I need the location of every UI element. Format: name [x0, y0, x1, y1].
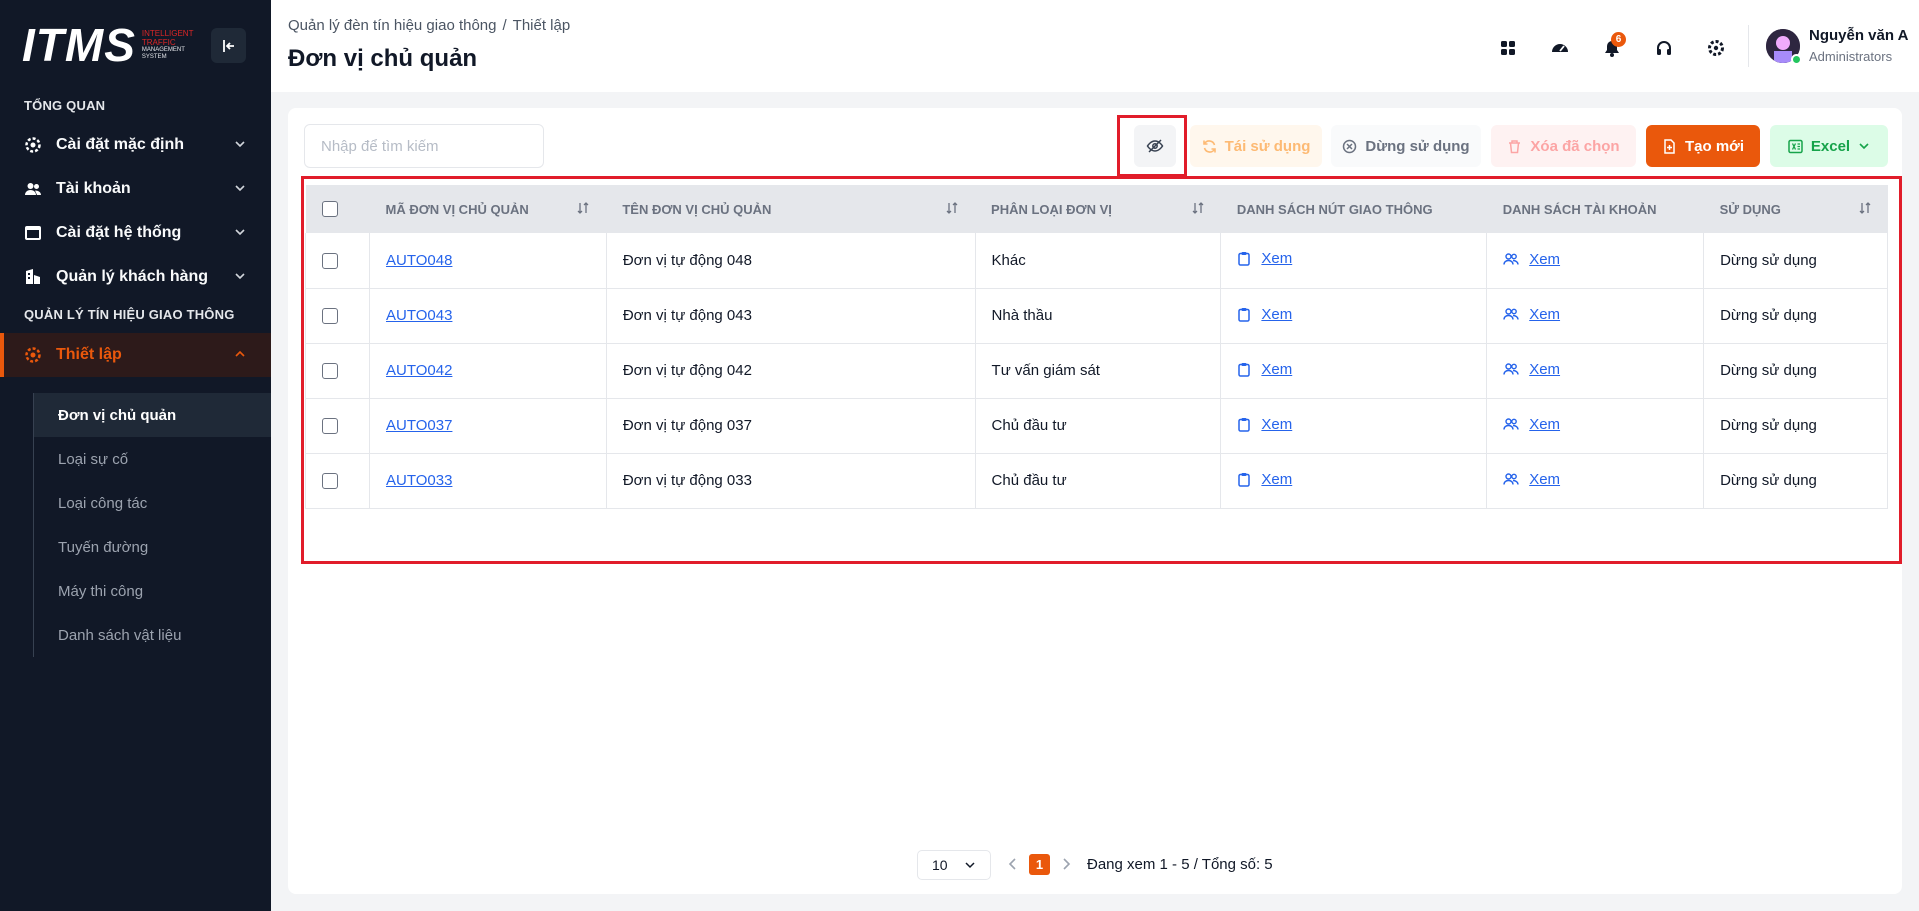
breadcrumb: Quản lý đèn tín hiệu giao thông / Thiết lậ… [288, 17, 570, 34]
reuse-button-label: Tái sử dụng [1224, 137, 1311, 155]
trash-icon [1509, 139, 1521, 153]
sidebar-item-accounts[interactable]: Tài khoản [0, 167, 271, 211]
section-title-traffic: QUẢN LÝ TÍN HIỆU GIAO THÔNG [24, 307, 235, 322]
user-name[interactable]: Nguyễn văn A [1809, 27, 1908, 44]
logo[interactable]: ITMS Intelligent Traffic Management Syst… [22, 22, 200, 68]
user-role: Administrators [1809, 49, 1893, 64]
support-button[interactable] [1646, 30, 1681, 65]
create-new-button[interactable]: Tạo mới [1646, 125, 1760, 167]
sidebar-subitem-work-type[interactable]: Loại công tác [34, 481, 271, 525]
grid-icon [1500, 40, 1515, 55]
chevron-down-icon [1859, 143, 1869, 150]
gear-icon [24, 346, 42, 364]
sidebar-item-label: Tài khoản [56, 180, 131, 197]
delete-selected-button[interactable]: Xóa đã chọn [1491, 125, 1636, 167]
collapse-left-icon [222, 39, 234, 52]
gear-icon [24, 136, 42, 154]
apps-button[interactable] [1490, 30, 1525, 65]
logo-sub-line-2: Traffic [141, 38, 176, 47]
dashboard-button[interactable] [1542, 30, 1577, 65]
sidebar-item-system-settings[interactable]: Cài đặt hệ thống [0, 211, 271, 255]
pagination-info: Đang xem 1 - 5 / Tổng số: 5 [1087, 856, 1273, 873]
settings-button[interactable] [1698, 30, 1733, 65]
header-divider [1748, 25, 1749, 67]
notifications-button[interactable]: 6 [1594, 30, 1629, 65]
create-new-button-label: Tạo mới [1684, 137, 1744, 155]
sidebar-subitem-machine[interactable]: Máy thi công [34, 569, 271, 613]
sidebar-subitem-owner-unit[interactable]: Đơn vị chủ quản [34, 393, 271, 437]
speedometer-icon [1551, 43, 1568, 52]
sidebar-item-label: Cài đặt hệ thống [56, 224, 182, 241]
logo-subtitle: Intelligent Traffic Management System [142, 29, 200, 61]
sidebar-item-label: Thiết lập [56, 346, 122, 363]
section-title-overview: TỔNG QUAN [24, 98, 106, 113]
current-page-button[interactable]: 1 [1029, 854, 1050, 875]
highlight-box-table [301, 176, 1902, 564]
sidebar-item-customer-management[interactable]: Quản lý khách hàng [0, 255, 271, 299]
stop-using-button-label: Dừng sử dụng [1365, 137, 1470, 155]
sidebar-item-label: Cài đặt mặc định [56, 136, 185, 153]
excel-icon [1788, 139, 1803, 153]
sidebar-subitem-route[interactable]: Tuyến đường [34, 525, 271, 569]
chevron-down-icon [235, 185, 245, 192]
refresh-icon [1202, 139, 1216, 153]
page-title: Đơn vị chủ quản [288, 45, 478, 72]
chevron-down-icon [235, 141, 245, 148]
breadcrumb-separator: / [502, 17, 507, 34]
headset-icon [1656, 40, 1671, 55]
gear-icon [1707, 39, 1724, 56]
setup-submenu: Đơn vị chủ quản Loại sự cố Loại công tác… [33, 393, 271, 657]
sidebar-subitem-incident-type[interactable]: Loại sự cố [34, 437, 271, 481]
sidebar-subitem-material-list[interactable]: Danh sách vật liệu [34, 613, 271, 657]
circle-x-icon [1343, 139, 1357, 153]
chevron-down-icon [965, 862, 975, 869]
building-icon [24, 268, 42, 286]
page-size-value: 10 [932, 857, 948, 873]
users-icon [24, 180, 42, 198]
sidebar-item-default-settings[interactable]: Cài đặt mặc định [0, 123, 271, 167]
chevron-down-icon [235, 273, 245, 280]
chevron-down-icon [235, 229, 245, 236]
delete-selected-button-label: Xóa đã chọn [1530, 137, 1620, 155]
window-icon [24, 224, 42, 242]
logo-sub-line-3: Management System [141, 47, 185, 60]
next-page-icon[interactable] [1060, 857, 1072, 871]
sidebar: ITMS Intelligent Traffic Management Syst… [0, 0, 271, 911]
collapse-sidebar-button[interactable] [211, 28, 246, 63]
online-status-dot [1791, 54, 1802, 65]
sidebar-item-setup[interactable]: Thiết lập [0, 333, 271, 377]
chevron-up-icon [235, 350, 245, 357]
stop-using-button[interactable]: Dừng sử dụng [1331, 125, 1481, 167]
search-input[interactable] [321, 137, 527, 155]
breadcrumb-item-setup[interactable]: Thiết lập [513, 17, 571, 34]
logo-mark: ITMS [22, 19, 136, 71]
excel-button-label: Excel [1810, 137, 1851, 155]
highlight-box-toggle [1117, 115, 1187, 177]
reuse-button[interactable]: Tái sử dụng [1190, 125, 1322, 167]
notification-badge: 6 [1611, 32, 1626, 47]
header-actions: 6 [1490, 30, 1733, 65]
search-box[interactable] [304, 124, 544, 168]
sidebar-item-label: Quản lý khách hàng [56, 268, 209, 285]
logo-sub-line-1: Intelligent [141, 29, 194, 38]
previous-page-icon[interactable] [1007, 857, 1019, 871]
breadcrumb-item-traffic-lights[interactable]: Quản lý đèn tín hiệu giao thông [288, 17, 497, 34]
page-size-select[interactable]: 10 [917, 850, 991, 880]
excel-button[interactable]: Excel [1770, 125, 1888, 167]
file-plus-icon [1664, 138, 1675, 154]
